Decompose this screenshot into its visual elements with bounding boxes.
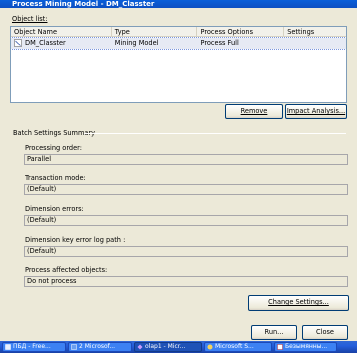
row-object-name-cell: DM_Classter: [11, 38, 112, 49]
remove-button[interactable]: Remove: [225, 104, 283, 119]
object-list-header: Object Name Type Process Options Setting…: [11, 27, 346, 37]
row-process-options[interactable]: Process Full: [197, 38, 284, 49]
taskbar-item-olap[interactable]: olap1 - Micr...: [134, 342, 202, 352]
paint-icon: [277, 344, 283, 350]
window-title: Process Mining Model - DM_Classter: [0, 0, 357, 8]
row-type: Mining Model: [114, 39, 159, 47]
column-object-name[interactable]: Object Name: [11, 27, 112, 36]
column-type[interactable]: Type: [112, 27, 198, 36]
taskbar-item-app[interactable]: ПБД - Free...: [2, 342, 66, 352]
column-process-options[interactable]: Process Options: [197, 27, 285, 36]
object-list[interactable]: Object Name Type Process Options Setting…: [10, 26, 347, 103]
run-button[interactable]: Run...: [251, 325, 297, 340]
mining-model-icon: [14, 39, 22, 47]
object-list-label: Object list:: [12, 15, 47, 23]
taskbar-item-label: 2 Microsof...: [79, 343, 116, 350]
processing-order-field: Parallel: [24, 154, 348, 165]
taskbar-item-label: Безымянны...: [285, 343, 328, 350]
visual-studio-icon: [137, 344, 143, 350]
close-button-label: Close: [316, 328, 334, 336]
dimension-key-error-log-path-field: (Default): [24, 246, 348, 257]
taskbar-item-paint[interactable]: Безымянны...: [274, 342, 337, 352]
run-button-label: Run...: [264, 328, 284, 336]
windows-group-icon: [71, 344, 77, 350]
impact-analysis-button[interactable]: Impact Analysis...: [285, 104, 347, 119]
dimension-errors-label: Dimension errors:: [25, 205, 84, 213]
batch-settings-divider: [84, 133, 346, 134]
transaction-mode-label: Transaction mode:: [25, 174, 86, 182]
app-icon: [5, 344, 11, 350]
processing-order-label: Processing order:: [25, 144, 82, 152]
change-settings-button-label: Change Settings...: [268, 298, 329, 306]
dimension-key-error-log-path-label: Dimension key error log path :: [25, 236, 126, 244]
dimension-errors-field: (Default): [24, 215, 348, 226]
process-affected-objects-field: Do not process: [24, 276, 348, 287]
taskbar-item-sql-server[interactable]: Microsoft S...: [204, 342, 272, 352]
row-settings[interactable]: [284, 38, 346, 49]
impact-analysis-button-label: Impact Analysis...: [286, 107, 346, 115]
sql-server-icon: [207, 344, 213, 350]
taskbar-item-microsoft-group[interactable]: 2 Microsof...: [68, 342, 132, 352]
table-row[interactable]: DM_Classter Mining Model Process Full: [11, 37, 346, 50]
taskbar-item-label: Microsoft S...: [215, 343, 254, 350]
batch-settings-title: Batch Settings Summary: [13, 129, 96, 137]
transaction-mode-field: (Default): [24, 184, 348, 195]
process-dialog: Object list: Object Name Type Process Op…: [0, 8, 357, 341]
row-object-name: DM_Classter: [25, 39, 66, 47]
change-settings-button[interactable]: Change Settings...: [248, 295, 349, 311]
column-settings[interactable]: Settings: [284, 27, 346, 36]
close-button[interactable]: Close: [302, 325, 348, 340]
remove-button-label: Remove: [240, 107, 268, 115]
taskbar-item-label: olap1 - Micr...: [145, 343, 186, 350]
object-list-label-text: Object list:: [12, 15, 48, 23]
taskbar-item-label: ПБД - Free...: [13, 343, 51, 350]
process-affected-objects-label: Process affected objects:: [25, 266, 108, 274]
taskbar: ПБД - Free... 2 Microsof... olap1 - Micr…: [0, 341, 357, 353]
